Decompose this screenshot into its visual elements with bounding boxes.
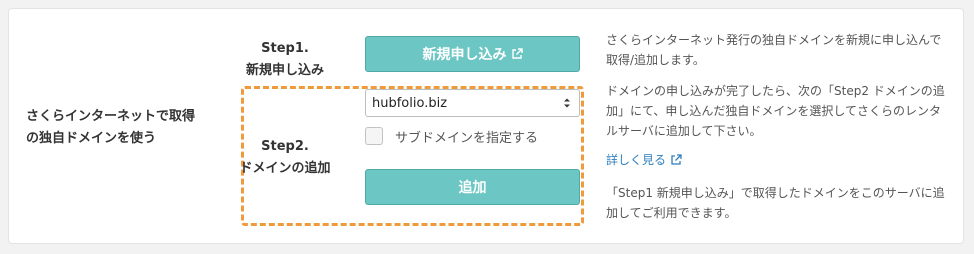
row-label-line-2: の独自ドメインを使う xyxy=(26,131,157,146)
add-domain-button[interactable]: 追加 xyxy=(365,169,580,205)
row-label-line-1: さくらインターネットで取得 xyxy=(26,109,196,124)
subdomain-checkbox[interactable] xyxy=(365,127,383,145)
external-link-icon xyxy=(670,153,682,166)
step2-title: Step2. ドメインの追加 xyxy=(230,136,340,180)
step2-title-line-2: ドメインの追加 xyxy=(239,161,331,176)
description-step2: ドメインの申し込みが完了したら、次の「Step2 ドメインの追加」にて、申し込ん… xyxy=(606,84,945,138)
add-domain-button-label: 追加 xyxy=(458,180,487,196)
subdomain-checkbox-label: サブドメインを指定する xyxy=(395,130,539,146)
select-arrows-icon xyxy=(563,96,571,110)
step1-title-line-1: Step1. xyxy=(261,41,309,56)
description-new-application: さくらインターネット発行の独自ドメインを新規に申し込んで取得/追加します。 xyxy=(606,33,942,67)
new-application-button-label: 新規申し込み xyxy=(422,47,507,63)
description-add-domain: 「Step1 新規申し込み」で取得したドメインをこのサーバに追加してご利用できま… xyxy=(606,186,945,220)
row-label: さくらインターネットで取得 の独自ドメインを使う xyxy=(26,106,226,150)
new-application-button[interactable]: 新規申し込み xyxy=(365,36,580,72)
step1-title-line-2: 新規申し込み xyxy=(245,63,324,78)
domain-select-value: hubfolio.biz xyxy=(372,95,448,111)
step2-title-line-1: Step2. xyxy=(261,139,309,154)
details-link-label: 詳しく見る xyxy=(606,153,667,167)
domain-select[interactable]: hubfolio.biz xyxy=(365,89,580,117)
external-link-icon xyxy=(511,48,523,60)
subdomain-checkbox-row[interactable]: サブドメインを指定する xyxy=(365,124,538,148)
details-link[interactable]: 詳しく見る xyxy=(606,151,682,168)
step1-title: Step1. 新規申し込み xyxy=(230,38,340,82)
